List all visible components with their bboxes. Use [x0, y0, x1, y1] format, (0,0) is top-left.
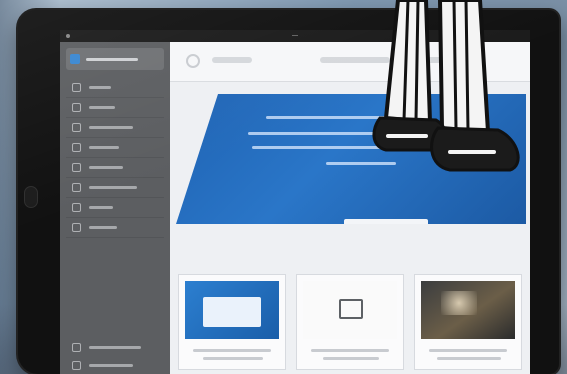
- sidebar-item-8[interactable]: [66, 218, 164, 238]
- grid-icon: [72, 123, 81, 132]
- sidebar-item-label-placeholder: [89, 126, 133, 129]
- sidebar-item-label-placeholder: [89, 106, 115, 109]
- card-caption-placeholder: [203, 357, 263, 360]
- card-caption-placeholder: [323, 357, 379, 360]
- folder-icon: [72, 203, 81, 212]
- home-button[interactable]: [24, 186, 38, 208]
- dark-photo-image: [421, 281, 515, 339]
- cartoon-legs-illustration: [372, 0, 520, 172]
- gear-icon: [72, 223, 81, 232]
- card-caption-placeholder: [429, 349, 507, 352]
- top-bar-text-placeholder: [212, 57, 252, 63]
- list-icon: [72, 103, 81, 112]
- monitor-icon-image: [303, 281, 397, 339]
- sidebar-item-3[interactable]: [66, 118, 164, 138]
- sidebar-item-6[interactable]: [66, 178, 164, 198]
- sidebar-item-label-placeholder: [89, 345, 141, 349]
- sidebar-item-4[interactable]: [66, 138, 164, 158]
- card-caption-placeholder: [193, 349, 271, 352]
- sidebar-item-label-placeholder: [89, 226, 117, 229]
- content-card-1[interactable]: [178, 274, 286, 370]
- sidebar-header[interactable]: [66, 48, 164, 70]
- app-logo-icon: [70, 54, 80, 64]
- sidebar-item-5[interactable]: [66, 158, 164, 178]
- bell-icon: [72, 163, 81, 172]
- logout-icon: [72, 360, 81, 370]
- help-icon: [72, 342, 81, 352]
- sidebar-item-label-placeholder: [89, 206, 113, 209]
- status-bar-title: —: [292, 33, 298, 39]
- content-card-3[interactable]: [414, 274, 522, 370]
- sidebar-header-text-placeholder: [86, 57, 138, 61]
- sidebar: [60, 42, 170, 374]
- sidebar-item-7[interactable]: [66, 198, 164, 218]
- sidebar-item-label-placeholder: [89, 186, 137, 189]
- blue-screens-image: [185, 281, 279, 339]
- chat-icon: [72, 143, 81, 152]
- chart-icon: [72, 183, 81, 192]
- sidebar-footer-item-help[interactable]: [66, 338, 164, 356]
- sidebar-item-label-placeholder: [89, 86, 111, 89]
- hero-cta-button[interactable]: [344, 219, 428, 228]
- sidebar-item-label-placeholder: [89, 146, 119, 149]
- hero-cta-label-placeholder: [359, 225, 413, 228]
- card-caption-placeholder: [437, 357, 501, 360]
- monitor-icon: [339, 299, 363, 319]
- signal-icon: [66, 34, 70, 38]
- screen-thumbnail: [203, 297, 261, 327]
- user-icon: [72, 83, 81, 92]
- sidebar-item-label-placeholder: [89, 166, 123, 169]
- sidebar-item-2[interactable]: [66, 98, 164, 118]
- photo-light-glow: [441, 291, 477, 315]
- content-card-2[interactable]: [296, 274, 404, 370]
- search-icon[interactable]: [186, 54, 200, 68]
- sidebar-item-label-placeholder: [89, 363, 133, 367]
- card-caption-placeholder: [311, 349, 389, 352]
- sidebar-footer-item-logout[interactable]: [66, 356, 164, 374]
- sidebar-item-1[interactable]: [66, 78, 164, 98]
